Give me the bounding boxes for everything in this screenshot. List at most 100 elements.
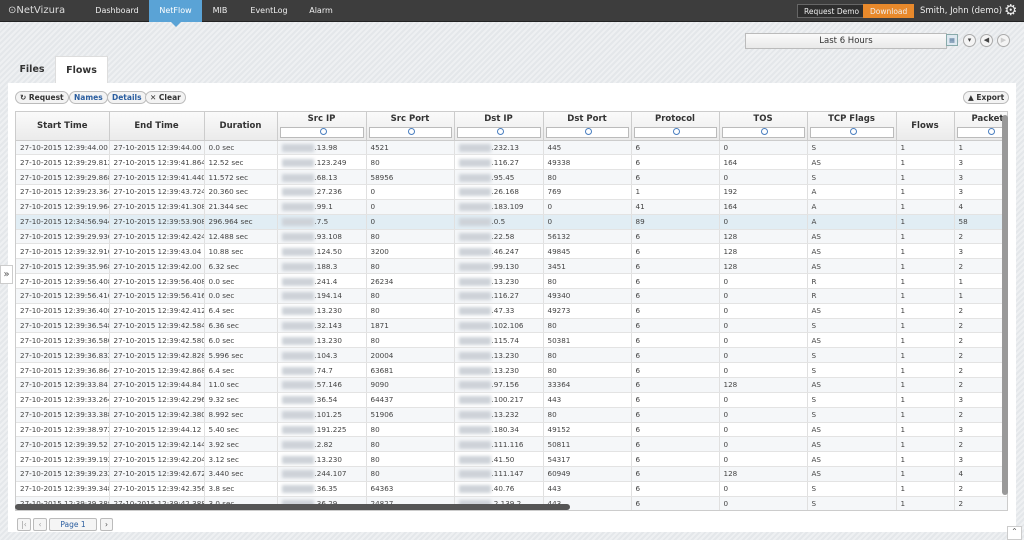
table-row[interactable]: 27-10-2015 12:39:39.232 27-10-2015 12:39:… — [16, 466, 1007, 482]
redacted-ip-prefix — [281, 425, 314, 434]
table-row[interactable]: 27-10-2015 12:39:39.192 27-10-2015 12:39:… — [16, 451, 1007, 468]
nav-alarm[interactable]: Alarm — [303, 0, 339, 22]
cell-value: 33364 — [547, 380, 571, 390]
column-header[interactable]: TOS — [719, 112, 808, 141]
table-row[interactable]: 27-10-2015 12:39:35.968 27-10-2015 12:39:… — [16, 258, 1007, 275]
clear-button[interactable]: ✕ Clear — [145, 91, 186, 104]
cell-value: 51906 — [370, 410, 394, 420]
table-row[interactable]: 27-10-2015 12:39:56.408 27-10-2015 12:39:… — [16, 273, 1007, 289]
table-row[interactable]: 27-10-2015 12:39:33.264 27-10-2015 12:39:… — [16, 392, 1007, 408]
dropdown-icon[interactable]: ▾ — [963, 34, 976, 47]
table-cell: R — [807, 288, 897, 304]
cell-value: S — [811, 350, 817, 360]
sort-icon[interactable] — [319, 127, 327, 135]
table-row[interactable]: 27-10-2015 12:39:23.364 27-10-2015 12:39:… — [16, 184, 1007, 200]
tab-flows[interactable]: Flows — [55, 56, 108, 83]
next-period-icon[interactable]: ▶ — [997, 34, 1010, 47]
sort-icon[interactable] — [673, 127, 680, 135]
cell-value: 2 — [958, 306, 964, 316]
names-button[interactable]: Names — [69, 91, 108, 104]
table-row[interactable]: 27-10-2015 12:39:39.348 27-10-2015 12:39:… — [16, 481, 1007, 497]
column-header[interactable]: Src IP — [277, 112, 367, 141]
table-cell: 51906 — [366, 407, 455, 423]
table-cell: 6 — [631, 496, 720, 510]
table-cell: 50811 — [543, 436, 632, 453]
table-row[interactable]: 27-10-2015 12:39:38.972 27-10-2015 12:39:… — [16, 422, 1007, 438]
table-cell: 64437 — [366, 392, 455, 408]
request-button[interactable]: ↻ Request — [15, 91, 69, 104]
table-cell: 27-10-2015 12:39:42.144 — [109, 436, 205, 453]
table-row[interactable]: 27-10-2015 12:34:56.944 27-10-2015 12:39:… — [16, 214, 1007, 230]
redacted-ip-prefix — [281, 218, 314, 227]
gear-icon[interactable]: ⚙ — [1004, 2, 1017, 19]
column-header[interactable]: Src Port — [366, 112, 455, 141]
table-row[interactable]: 27-10-2015 12:39:29.868 27-10-2015 12:39:… — [16, 169, 1007, 186]
nav-dashboard[interactable]: Dashboard — [88, 0, 146, 22]
previous-period-icon[interactable]: ◀ — [980, 34, 993, 47]
nav-netflow[interactable]: NetFlow — [149, 0, 202, 27]
table-row[interactable]: 27-10-2015 12:39:32.916 27-10-2015 12:39:… — [16, 243, 1007, 260]
cell-value: 49273 — [547, 306, 571, 316]
vertical-scrollbar[interactable] — [1002, 115, 1008, 495]
table-cell: S — [807, 362, 897, 378]
table-cell: AS — [807, 303, 897, 319]
sort-icon[interactable] — [761, 127, 768, 135]
table-row[interactable]: 27-10-2015 12:39:33.84 27-10-2015 12:39:4… — [16, 377, 1007, 393]
table-row[interactable]: 27-10-2015 12:39:29.812 27-10-2015 12:39:… — [16, 154, 1007, 171]
table-row[interactable]: 27-10-2015 12:39:56.416 27-10-2015 12:39:… — [16, 288, 1007, 304]
cell-value: 11.0 sec — [208, 380, 239, 390]
calendar-icon[interactable]: ▦ — [946, 34, 958, 46]
sort-icon[interactable] — [408, 127, 415, 135]
request-demo-button[interactable]: Request Demo — [797, 4, 867, 18]
table-row[interactable]: 27-10-2015 12:39:36.408 27-10-2015 12:39:… — [16, 303, 1007, 319]
next-page-button[interactable]: › — [100, 518, 113, 531]
column-header[interactable]: Dst Port — [543, 112, 632, 141]
sort-icon[interactable] — [849, 127, 857, 135]
sort-icon[interactable] — [585, 127, 592, 135]
details-button[interactable]: Details — [107, 91, 147, 104]
column-header[interactable]: Start Time — [16, 112, 110, 141]
user-menu[interactable]: Smith, John (demo) — [920, 6, 1002, 16]
column-header[interactable]: Dst IP — [454, 112, 544, 141]
nav-mib[interactable]: MIB — [205, 0, 235, 22]
cell-value: 27-10-2015 12:39:42.380 — [113, 410, 204, 420]
sort-icon[interactable] — [496, 127, 504, 135]
first-page-button[interactable]: |‹ — [17, 518, 31, 531]
table-row[interactable]: 27-10-2015 12:39:36.864 27-10-2015 12:39:… — [16, 362, 1007, 378]
previous-page-button[interactable]: ‹ — [33, 518, 47, 531]
export-button[interactable]: ▲ Export — [963, 91, 1010, 104]
cell-value: 1 — [900, 335, 906, 345]
table-row[interactable]: 27-10-2015 12:39:39.52 27-10-2015 12:39:4… — [16, 436, 1007, 453]
column-label: Dst Port — [567, 113, 607, 124]
column-header[interactable]: Duration — [204, 112, 278, 141]
tab-files[interactable]: Files — [10, 56, 54, 83]
table-cell: 0.0 sec — [204, 288, 278, 304]
table-row[interactable]: 27-10-2015 12:39:36.548 27-10-2015 12:39:… — [16, 318, 1007, 334]
page-indicator[interactable]: Page 1 — [49, 518, 97, 531]
cell-value: 27-10-2015 12:39:29.868 — [20, 172, 109, 182]
cell-value: 296.964 sec — [208, 217, 253, 227]
download-button[interactable]: Download — [863, 4, 915, 18]
expand-sidebar-icon[interactable]: » — [0, 265, 13, 284]
cell-value: 27-10-2015 12:39:41.864 — [113, 157, 204, 167]
table-row[interactable]: 27-10-2015 12:39:29.936 27-10-2015 12:39:… — [16, 229, 1007, 245]
column-header[interactable]: Protocol — [631, 112, 720, 141]
table-cell: AS — [807, 243, 897, 260]
nav-eventlog[interactable]: EventLog — [244, 0, 294, 22]
netvizura-logo[interactable]: ⊙NetVizura — [8, 5, 65, 16]
close-icon: ✕ — [150, 93, 159, 102]
table-row[interactable]: 27-10-2015 12:39:33.388 27-10-2015 12:39:… — [16, 407, 1007, 423]
table-row[interactable]: 27-10-2015 12:39:19.964 27-10-2015 12:39:… — [16, 199, 1007, 215]
column-header[interactable]: End Time — [109, 112, 205, 141]
column-header[interactable]: Flows — [896, 112, 955, 141]
time-period-field[interactable]: Last 6 Hours — [745, 33, 947, 49]
column-filter-input[interactable] — [956, 126, 1007, 138]
table-row[interactable]: 27-10-2015 12:39:44.00 27-10-2015 12:39:4… — [16, 140, 1007, 156]
scroll-to-top-icon[interactable]: ⌃ — [1007, 526, 1022, 540]
column-header[interactable]: Packets — [954, 112, 1007, 141]
horizontal-scrollbar[interactable] — [15, 504, 570, 510]
table-row[interactable]: 27-10-2015 12:39:36.832 27-10-2015 12:39:… — [16, 347, 1007, 364]
sort-icon[interactable] — [988, 127, 995, 135]
column-header[interactable]: TCP Flags — [807, 112, 897, 141]
table-row[interactable]: 27-10-2015 12:39:36.580 27-10-2015 12:39:… — [16, 332, 1007, 349]
